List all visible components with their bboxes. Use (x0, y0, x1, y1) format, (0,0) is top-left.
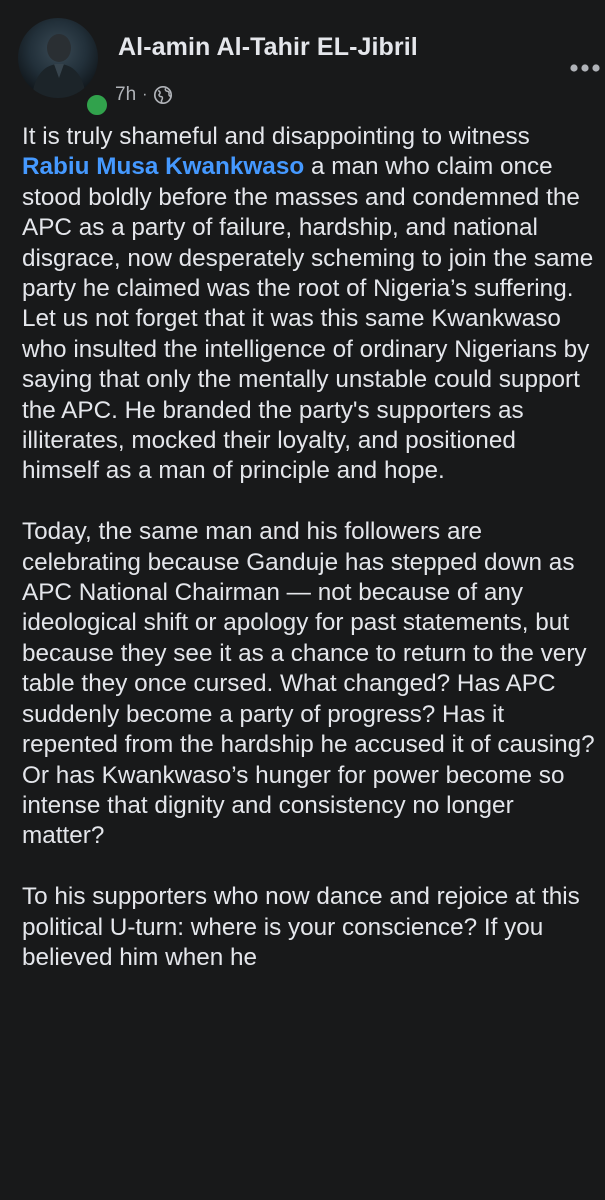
paragraph-1-text-before: It is truly shameful and disappointing t… (22, 123, 530, 150)
mention-link[interactable]: Rabiu Musa Kwankwaso (22, 153, 304, 180)
more-options-icon (570, 64, 600, 72)
author-name[interactable]: Al-amin Al-Tahir EL-Jibril (118, 33, 418, 62)
post-header: Al-amin Al-Tahir EL-Jibril 7h · (18, 18, 600, 118)
post-paragraph-2: Today, the same man and his followers ar… (22, 518, 595, 850)
post-paragraph-1: It is truly shameful and disappointing t… (22, 122, 597, 487)
post-body: It is truly shameful and disappointing t… (22, 122, 597, 973)
post-paragraph-3: To his supporters who now dance and rejo… (22, 883, 580, 971)
post-card: Al-amin Al-Tahir EL-Jibril 7h · It is tr… (0, 0, 605, 1200)
meta-separator: · (142, 86, 148, 103)
paragraph-1-text-after: a man who claim once stood boldly before… (22, 153, 594, 485)
more-options-button[interactable] (563, 46, 605, 90)
post-time[interactable]: 7h (115, 84, 136, 106)
avatar-person-icon (32, 34, 86, 98)
online-status-dot (84, 92, 110, 118)
post-meta: 7h · (115, 84, 173, 106)
globe-icon[interactable] (153, 85, 173, 105)
avatar[interactable] (18, 18, 98, 98)
